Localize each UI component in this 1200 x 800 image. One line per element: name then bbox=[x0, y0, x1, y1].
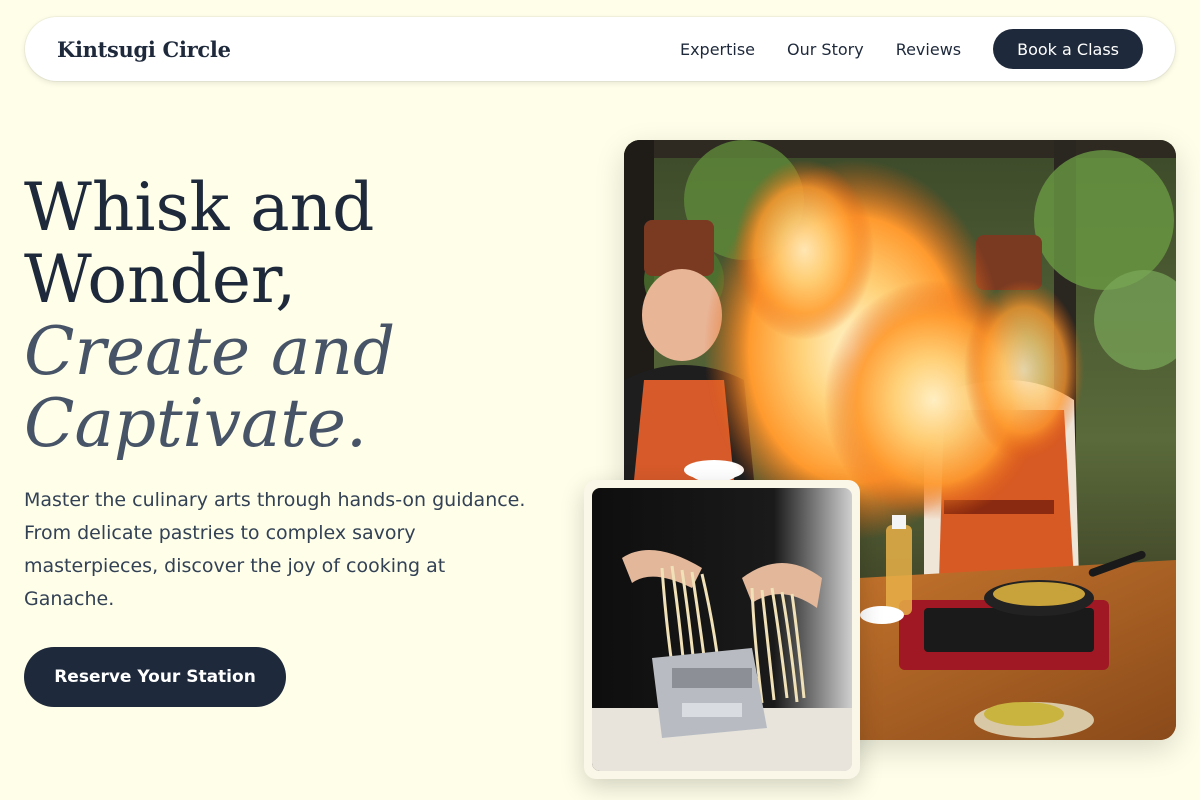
hero-headline: Whisk and Wonder, Create and Captivate. bbox=[24, 172, 584, 460]
headline-line-1: Whisk and bbox=[24, 169, 375, 246]
nav-link-reviews[interactable]: Reviews bbox=[896, 40, 961, 59]
headline-italic-line-1: Create and bbox=[24, 313, 396, 390]
pasta-photo-card bbox=[584, 480, 860, 779]
nav-links: Expertise Our Story Reviews Book a Class bbox=[680, 29, 1143, 69]
nav-link-our-story[interactable]: Our Story bbox=[787, 40, 864, 59]
navbar: Kintsugi Circle Expertise Our Story Revi… bbox=[25, 17, 1175, 81]
reserve-station-button[interactable]: Reserve Your Station bbox=[24, 647, 286, 707]
brand-logo[interactable]: Kintsugi Circle bbox=[57, 37, 231, 62]
headline-line-2: Wonder, bbox=[24, 241, 297, 318]
hero-description: Master the culinary arts through hands-o… bbox=[24, 489, 526, 610]
nav-link-expertise[interactable]: Expertise bbox=[680, 40, 755, 59]
book-class-button[interactable]: Book a Class bbox=[993, 29, 1143, 69]
fresh-pasta-photo bbox=[592, 488, 852, 771]
headline-italic-line-2: Captivate. bbox=[24, 385, 367, 462]
